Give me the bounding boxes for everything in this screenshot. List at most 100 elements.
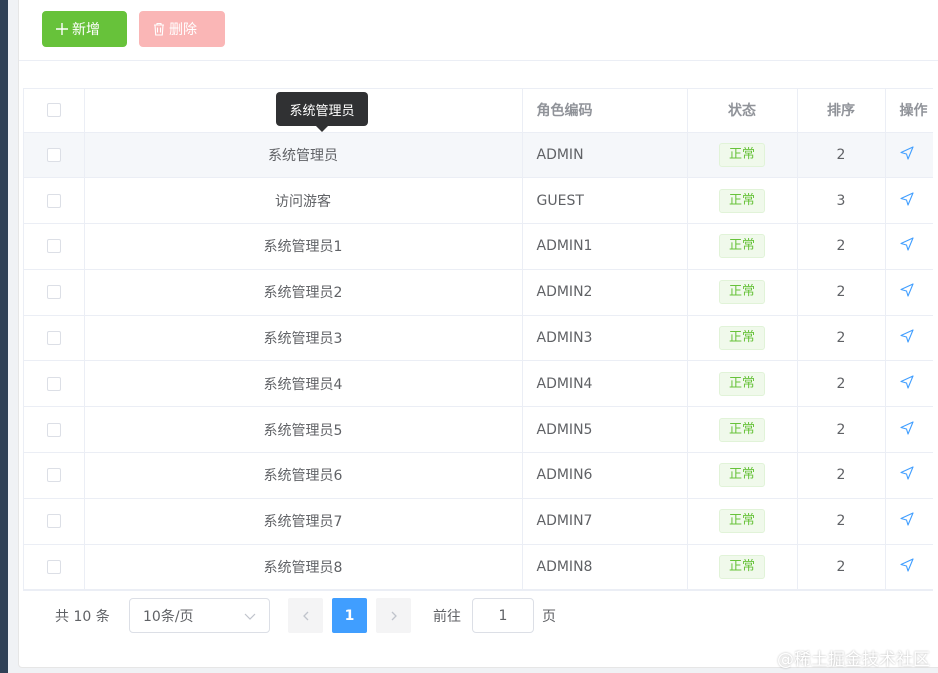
op-cell <box>885 132 933 179</box>
page-size-select[interactable]: 10条/页 <box>129 598 270 633</box>
status-cell: 正常 <box>687 223 798 270</box>
edit-link[interactable] <box>899 146 914 160</box>
table-row: 访问游客 GUEST 正常 3 <box>24 177 933 225</box>
status-badge: 正常 <box>718 234 765 259</box>
edit-link[interactable] <box>899 237 914 252</box>
app-sidebar-edge <box>0 0 8 673</box>
status-cell: 正常 <box>687 177 798 225</box>
header-code[interactable]: 角色编码 <box>522 89 688 133</box>
role-code-cell: ADMIN3 <box>522 315 688 362</box>
next-page-button[interactable] <box>376 598 411 633</box>
edit-link[interactable] <box>899 375 914 389</box>
op-cell <box>885 498 933 545</box>
watermark: @稀土掘金技术社区 <box>777 650 930 670</box>
role-name-cell: 访问游客 <box>84 177 523 225</box>
row-select-cell <box>24 132 85 179</box>
row-checkbox[interactable] <box>46 285 61 300</box>
edit-link[interactable] <box>899 466 914 481</box>
send-icon <box>899 283 914 297</box>
row-select-cell <box>24 452 85 499</box>
edit-link[interactable] <box>899 192 914 206</box>
row-checkbox[interactable] <box>46 560 61 575</box>
name-tooltip: 系统管理员 <box>276 92 368 132</box>
delete-button-label: 删除 <box>169 21 197 37</box>
edit-link[interactable] <box>899 558 914 572</box>
select-all-checkbox[interactable] <box>46 103 61 118</box>
table-row: 系统管理员2 ADMIN2 正常 2 <box>24 269 933 316</box>
table-row: 系统管理员5 ADMIN5 正常 2 <box>24 406 933 454</box>
row-select-cell <box>24 315 85 362</box>
add-button[interactable]: 新增 <box>42 11 127 47</box>
row-checkbox[interactable] <box>46 239 61 254</box>
row-checkbox[interactable] <box>46 147 61 162</box>
row-checkbox[interactable] <box>46 193 61 208</box>
role-code-cell: GUEST <box>522 177 688 225</box>
header-status[interactable]: 状态 <box>687 89 798 133</box>
chevron-right-icon <box>391 611 397 620</box>
row-select-cell <box>24 177 85 225</box>
role-code-cell: ADMIN6 <box>522 452 688 499</box>
status-cell: 正常 <box>687 315 798 362</box>
role-name-cell: 系统管理员5 <box>84 406 523 454</box>
sort-cell: 2 <box>797 315 886 362</box>
op-cell <box>885 544 933 590</box>
role-code-cell: ADMIN <box>522 132 688 179</box>
page-size-value: 10条/页 <box>143 608 194 625</box>
role-code-cell: ADMIN7 <box>522 498 688 545</box>
op-cell <box>885 223 933 270</box>
role-name-cell: 系统管理员2 <box>84 269 523 316</box>
send-icon <box>899 421 914 435</box>
role-table: 角色编码 状态 排序 操作 系统管理员 ADMIN 正常 2 访问游客 GUEST 正常 3 系… <box>23 88 933 591</box>
status-cell: 正常 <box>687 132 798 179</box>
role-name-cell: 系统管理员1 <box>84 223 523 270</box>
status-cell: 正常 <box>687 269 798 316</box>
goto-label: 前往 <box>433 609 461 625</box>
header-sort[interactable]: 排序 <box>797 89 886 133</box>
sort-cell: 2 <box>797 406 886 454</box>
row-checkbox[interactable] <box>46 422 61 437</box>
role-name-cell: 系统管理员8 <box>84 544 523 590</box>
role-name-cell: 系统管理员6 <box>84 452 523 499</box>
page-number-current[interactable]: 1 <box>332 598 367 633</box>
sort-cell: 2 <box>797 360 886 408</box>
prev-page-button[interactable] <box>288 598 323 633</box>
table-row: 系统管理员4 ADMIN4 正常 2 <box>24 360 933 408</box>
goto-page-input[interactable] <box>472 598 534 633</box>
page-suffix: 页 <box>542 609 556 625</box>
status-badge: 正常 <box>718 280 765 305</box>
row-checkbox[interactable] <box>46 514 61 529</box>
status-badge: 正常 <box>718 142 765 167</box>
header-op: 操作 <box>885 89 933 133</box>
row-select-cell <box>24 360 85 408</box>
op-cell <box>885 177 933 225</box>
role-code-cell: ADMIN2 <box>522 269 688 316</box>
sort-cell: 2 <box>797 223 886 270</box>
table-row: 系统管理员 ADMIN 正常 2 <box>24 132 933 179</box>
table-header-row: 角色编码 状态 排序 操作 <box>24 89 933 133</box>
status-cell: 正常 <box>687 406 798 454</box>
row-checkbox[interactable] <box>46 331 61 346</box>
row-checkbox[interactable] <box>46 468 61 483</box>
send-icon <box>899 466 914 481</box>
chevron-down-icon <box>244 613 256 620</box>
add-button-label: 新增 <box>72 21 100 37</box>
send-icon <box>899 237 914 252</box>
status-cell: 正常 <box>687 498 798 545</box>
edit-link[interactable] <box>899 329 914 343</box>
edit-link[interactable] <box>899 421 914 435</box>
edit-link[interactable] <box>899 512 914 526</box>
delete-button[interactable]: 删除 <box>139 11 225 47</box>
row-checkbox[interactable] <box>46 376 61 391</box>
op-cell <box>885 452 933 499</box>
toolbar: 新增 删除 <box>19 0 938 61</box>
sort-cell: 2 <box>797 132 886 179</box>
row-select-cell <box>24 544 85 590</box>
status-badge: 正常 <box>718 463 765 488</box>
status-cell: 正常 <box>687 544 798 590</box>
edit-link[interactable] <box>899 283 914 297</box>
send-icon <box>899 512 914 526</box>
row-select-cell <box>24 269 85 316</box>
role-name-cell: 系统管理员 <box>84 132 523 179</box>
row-select-cell <box>24 498 85 545</box>
status-badge: 正常 <box>718 509 765 534</box>
